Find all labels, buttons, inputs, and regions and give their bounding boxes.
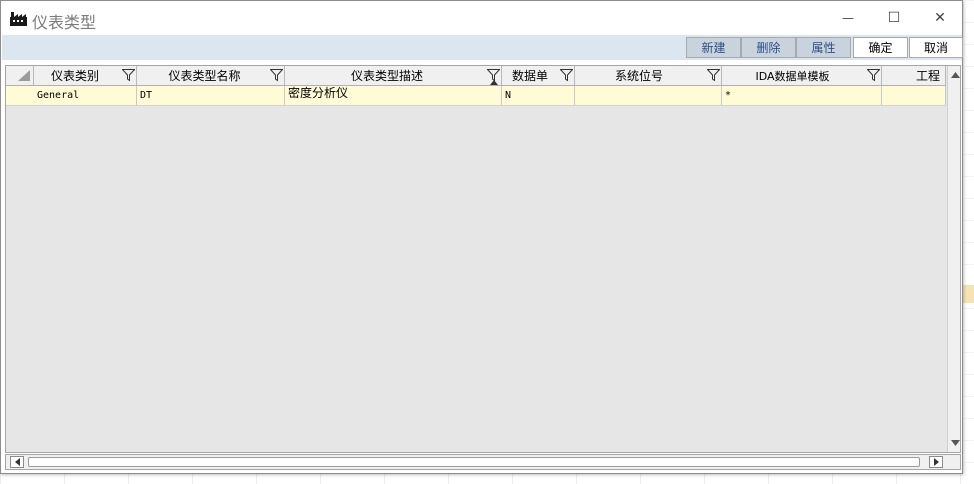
scroll-up-button[interactable] (948, 68, 960, 82)
scroll-left-icon (14, 458, 20, 466)
filter-icon[interactable] (707, 69, 720, 81)
column-header-label: IDA数据单模板 (755, 69, 830, 83)
minimize-icon: — (842, 11, 854, 25)
instrument-type-grid: 仪表类别 仪表类型名称 仪表类型描述 数据单 系统位号 IDA数据单模板 工程 … (5, 65, 961, 453)
grid-header-row: 仪表类别 仪表类型名称 仪表类型描述 数据单 系统位号 IDA数据单模板 工程 (6, 66, 946, 86)
filter-icon[interactable] (122, 69, 135, 81)
filter-icon[interactable] (867, 69, 880, 81)
select-all-corner[interactable] (6, 66, 34, 85)
properties-button[interactable]: 属性 (796, 37, 851, 58)
sort-ascending-icon (490, 80, 498, 85)
factory-icon (10, 12, 27, 26)
cell-category[interactable]: General (34, 86, 137, 105)
horizontal-scroll-thumb[interactable] (28, 457, 920, 467)
vertical-scrollbar[interactable] (947, 66, 960, 452)
title-bar[interactable]: 仪表类型 — ☐ ✕ (1, 1, 962, 35)
column-header-label: 仪表类别 (50, 69, 99, 83)
cell-type-name[interactable]: DT (137, 86, 285, 105)
scroll-down-button[interactable] (948, 436, 960, 450)
window-title: 仪表类型 (32, 13, 97, 32)
column-header-type-name[interactable]: 仪表类型名称 (137, 66, 285, 85)
column-header-label: 仪表类型描述 (350, 69, 423, 83)
scroll-right-icon (933, 458, 939, 466)
scroll-right-button[interactable] (929, 456, 943, 468)
cell-datasheet[interactable]: N (502, 86, 575, 105)
cell-type-description[interactable]: 密度分析仪 (285, 86, 502, 105)
maximize-button[interactable]: ☐ (871, 1, 917, 35)
maximize-icon: ☐ (887, 10, 901, 26)
column-header-label: 系统位号 (614, 69, 663, 83)
column-header-label: 数据单 (511, 69, 548, 83)
scroll-left-button[interactable] (10, 456, 24, 468)
cell-system-tag[interactable] (575, 86, 722, 105)
scroll-down-icon (950, 440, 960, 446)
scroll-up-icon (950, 72, 960, 78)
column-header-system-tag[interactable]: 系统位号 (575, 66, 722, 85)
column-header-label: 工程 (916, 69, 941, 83)
select-all-icon (18, 70, 30, 81)
new-button[interactable]: 新建 (686, 37, 741, 58)
cell-ida-template[interactable]: * (722, 86, 882, 105)
filter-icon[interactable] (560, 69, 573, 81)
horizontal-scrollbar[interactable] (5, 454, 961, 470)
column-header-label: 仪表类型名称 (168, 69, 241, 83)
background-highlight (962, 285, 974, 303)
toolbar: 新建 删除 属性 确定 取消 (2, 35, 963, 60)
close-icon: ✕ (934, 10, 946, 26)
minimize-button[interactable]: — (825, 1, 871, 35)
column-header-ida-template[interactable]: IDA数据单模板 (722, 66, 882, 85)
cancel-button[interactable]: 取消 (909, 37, 963, 58)
filter-icon[interactable] (270, 69, 283, 81)
column-header-engineering[interactable]: 工程 (882, 66, 946, 85)
dialog-window: 仪表类型 — ☐ ✕ 新建 删除 属性 确定 取消 仪表类别 仪表类型名称 仪表… (0, 0, 963, 474)
ok-button[interactable]: 确定 (853, 37, 908, 58)
cell-engineering[interactable] (882, 86, 946, 105)
close-button[interactable]: ✕ (917, 1, 963, 35)
column-header-type-description[interactable]: 仪表类型描述 (285, 66, 502, 85)
delete-button[interactable]: 删除 (741, 37, 796, 58)
table-row[interactable]: General DT 密度分析仪 N * (6, 86, 946, 106)
